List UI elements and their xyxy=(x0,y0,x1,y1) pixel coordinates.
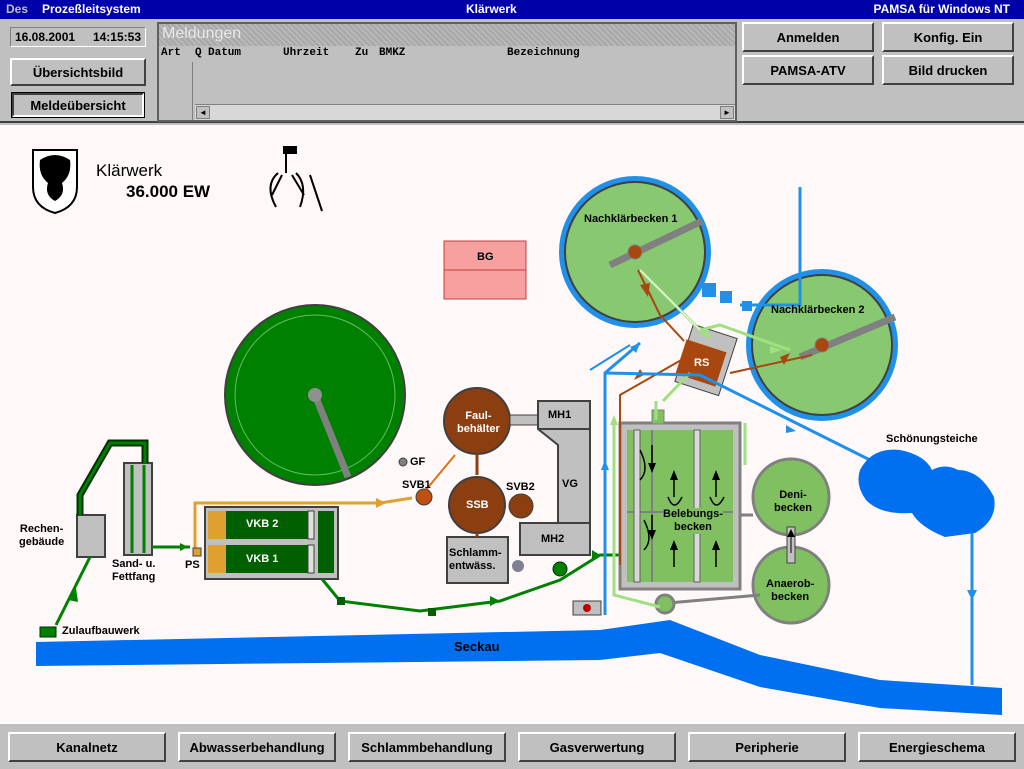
config-button[interactable]: Konfig. Ein xyxy=(882,22,1014,52)
col-bezeichnung[interactable]: Bezeichnung xyxy=(507,47,580,59)
messages-columns: Art Q Datum Uhrzeit Zu BMKZ Bezeichnung xyxy=(159,46,735,62)
col-zu[interactable]: Zu xyxy=(355,47,368,59)
valve-logo-icon xyxy=(269,146,323,212)
mh2-label: MH2 xyxy=(541,533,565,545)
river-seckau xyxy=(36,620,1002,715)
overview-button[interactable]: Übersichtsbild xyxy=(10,58,146,86)
atv-button[interactable]: PAMSA-ATV xyxy=(742,55,874,85)
river-label: Seckau xyxy=(454,639,500,654)
plant-schematic xyxy=(32,146,1002,715)
grit-chamber-label: Sand- u. Fettfang xyxy=(112,558,156,583)
time-value: 14:15:53 xyxy=(92,30,141,44)
col-uhrzeit[interactable]: Uhrzeit xyxy=(283,47,329,59)
nav-peripherie-button[interactable]: Peripherie xyxy=(688,732,846,762)
nav-kanalnetz-button[interactable]: Kanalnetz xyxy=(8,732,166,762)
svb1-label: SVB1 xyxy=(402,479,431,491)
datetime-display: 16.08.2001 14:15:53 xyxy=(10,27,146,47)
nav-schlamm-button[interactable]: Schlammbehandlung xyxy=(348,732,506,762)
gf-label: GF xyxy=(410,456,426,468)
vkb2-label: VKB 2 xyxy=(246,518,279,530)
title-bar: Des Prozeßleitsystem Klärwerk PAMSA für … xyxy=(0,0,1024,19)
mh1-label: MH1 xyxy=(548,409,572,421)
product-name: PAMSA für Windows NT xyxy=(873,2,1010,16)
svb2-valve[interactable] xyxy=(508,493,534,519)
rs-label: RS xyxy=(694,357,710,369)
dewatering-label: Schlamm- entwäss. xyxy=(449,547,502,572)
print-button[interactable]: Bild drucken xyxy=(882,55,1014,85)
grit-chamber[interactable] xyxy=(123,462,153,556)
inlet-structure[interactable] xyxy=(39,626,57,638)
bottom-nav: Kanalnetz Abwasserbehandlung Schlammbeha… xyxy=(0,722,1024,769)
login-button[interactable]: Anmelden xyxy=(742,22,874,52)
message-overview-button[interactable]: Meldeübersicht xyxy=(11,92,145,118)
system-name: Prozeßleitsystem xyxy=(42,2,141,16)
nachklaer1-label: Nachklärbecken 1 xyxy=(584,213,678,225)
date-value: 16.08.2001 xyxy=(15,30,76,44)
bg-label: BG xyxy=(477,251,494,263)
vg-label: VG xyxy=(562,478,578,490)
svb1-valve[interactable] xyxy=(415,488,433,506)
svb2-label: SVB2 xyxy=(506,481,535,493)
col-bmkz[interactable]: BMKZ xyxy=(379,47,405,59)
process-diagram: Klärwerk 36.000 EW BG Nachklärbecken 1 N… xyxy=(0,125,1024,722)
vkb1-label: VKB 1 xyxy=(246,553,279,565)
window-title: Klärwerk xyxy=(466,2,517,16)
nav-energie-button[interactable]: Energieschema xyxy=(858,732,1016,762)
nav-gas-button[interactable]: Gasverwertung xyxy=(518,732,676,762)
ps-label: PS xyxy=(185,559,200,571)
anaerob-label: Anaerob- becken xyxy=(766,578,815,603)
col-q[interactable]: Q xyxy=(195,47,202,59)
aeration-label: Belebungs- becken xyxy=(663,508,723,534)
ssb-label: SSB xyxy=(466,499,489,511)
messages-list-gutter xyxy=(159,62,193,120)
coat-of-arms-icon xyxy=(32,149,78,215)
top-toolbar: 16.08.2001 14:15:53 Übersichtsbild Melde… xyxy=(0,19,1024,123)
nav-abwasser-button[interactable]: Abwasserbehandlung xyxy=(178,732,336,762)
inlet-label: Zulaufbauwerk xyxy=(62,625,140,637)
messages-hscrollbar[interactable]: ◄ ► xyxy=(195,104,735,120)
pump-station[interactable] xyxy=(192,547,202,557)
ponds-label: Schönungsteiche xyxy=(886,433,978,445)
plant-capacity: 36.000 EW xyxy=(126,182,211,201)
messages-panel: Meldungen Art Q Datum Uhrzeit Zu BMKZ Be… xyxy=(157,22,737,122)
system-menu[interactable]: Des xyxy=(6,2,28,16)
plant-name: Klärwerk xyxy=(96,161,163,180)
col-art[interactable]: Art xyxy=(161,47,181,59)
digester-label: Faul- behälter xyxy=(457,410,500,435)
screen-building-label: Rechen- gebäude xyxy=(19,523,65,548)
polishing-ponds[interactable] xyxy=(858,449,995,537)
deni-label: Deni- becken xyxy=(774,489,812,514)
messages-title: Meldungen xyxy=(159,24,735,46)
scroll-right-icon[interactable]: ► xyxy=(720,106,734,119)
nachklaer2-label: Nachklärbecken 2 xyxy=(771,304,865,316)
col-datum[interactable]: Datum xyxy=(208,47,241,59)
scroll-left-icon[interactable]: ◄ xyxy=(196,106,210,119)
screen-building[interactable] xyxy=(76,514,106,558)
